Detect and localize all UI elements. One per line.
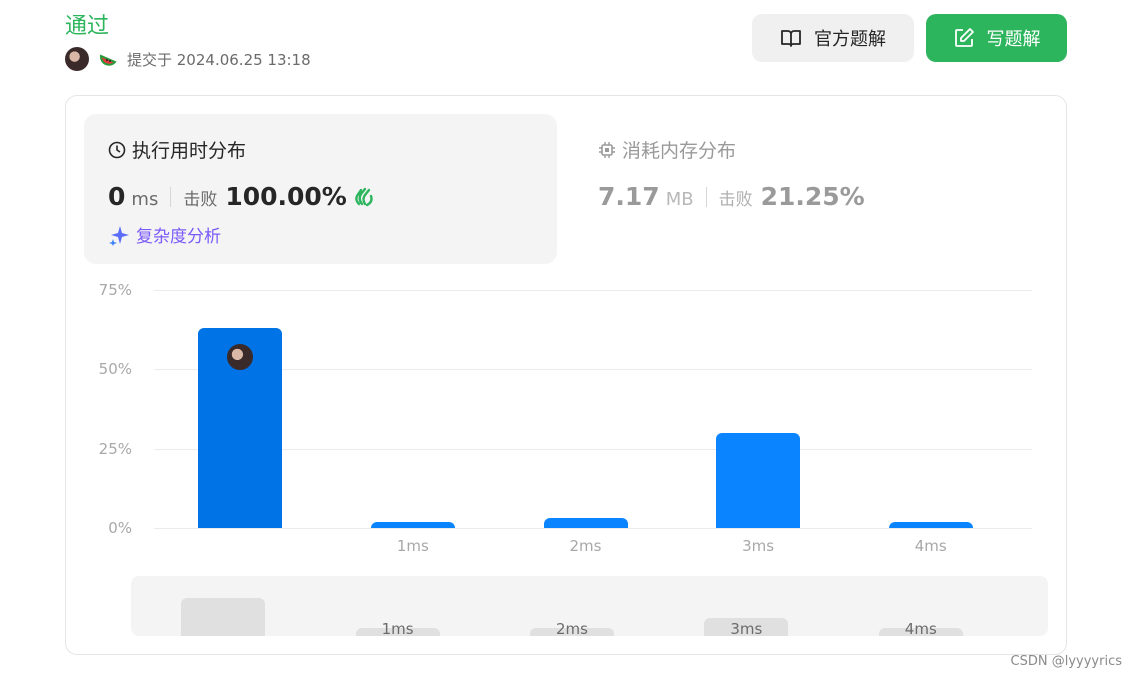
book-icon — [781, 30, 801, 47]
submission-meta: 提交于 2024.06.25 13:18 — [65, 47, 311, 71]
official-solution-label: 官方题解 — [814, 29, 886, 50]
chart-range-brush[interactable]: 1ms 2ms 3ms 4ms — [131, 576, 1048, 636]
gridline — [154, 290, 1032, 291]
brush-label: 3ms — [730, 620, 763, 636]
clock-icon — [108, 141, 126, 158]
runtime-unit: ms — [131, 189, 159, 210]
divider — [170, 186, 172, 207]
chart-bar[interactable] — [370, 521, 455, 528]
complexity-analysis-link[interactable]: 复杂度分析 — [108, 222, 221, 247]
user-avatar[interactable] — [65, 47, 89, 71]
runtime-title: 执行用时分布 — [108, 136, 246, 163]
memory-metric: 7.17 MB 击败 21.25% — [598, 182, 865, 211]
watermelon-icon — [97, 48, 119, 70]
runtime-value: 0 — [108, 182, 126, 211]
brush-label: 4ms — [904, 620, 937, 636]
memory-beats-value: 21.25% — [760, 182, 865, 211]
x-tick-label: 2ms — [569, 537, 602, 555]
complexity-label: 复杂度分析 — [136, 227, 221, 247]
y-tick-label: 75% — [98, 281, 132, 299]
chart-bar[interactable] — [716, 432, 801, 528]
chart-bar[interactable] — [543, 518, 628, 528]
write-solution-button[interactable]: 写题解 — [926, 14, 1067, 62]
brush-label: 2ms — [556, 620, 588, 636]
x-tick-label: 4ms — [914, 537, 947, 555]
gridline — [154, 448, 1032, 450]
x-tick-label: 1ms — [396, 537, 429, 555]
submission-status: 通过 — [65, 14, 110, 39]
chart-bar[interactable] — [888, 521, 973, 528]
memory-title[interactable]: 消耗内存分布 — [598, 136, 736, 163]
gridline — [154, 369, 1032, 371]
runtime-beats-label: 击败 — [183, 190, 218, 210]
y-tick-label: 25% — [98, 439, 132, 458]
runtime-metric: 0 ms 击败 100.00% — [108, 182, 377, 211]
edit-icon — [954, 28, 974, 47]
memory-unit: MB — [665, 189, 694, 210]
divider — [705, 186, 707, 207]
official-solution-button[interactable]: 官方题解 — [752, 14, 914, 62]
watermark: CSDN @lyyyyrics — [1010, 654, 1122, 669]
memory-value: 7.17 — [598, 182, 660, 211]
brush-bar — [181, 598, 266, 636]
sparkle-icon — [109, 225, 129, 246]
brush-label: 1ms — [381, 620, 414, 636]
runtime-title-text: 执行用时分布 — [132, 140, 247, 162]
y-tick-label: 0% — [108, 519, 132, 537]
y-tick-label: 50% — [98, 360, 132, 379]
memory-beats-label: 击败 — [718, 190, 753, 210]
memory-title-text: 消耗内存分布 — [622, 140, 737, 162]
clap-icon — [355, 187, 373, 206]
runtime-beats-value: 100.00% — [225, 182, 347, 211]
chip-icon — [599, 141, 615, 158]
x-tick-label: 3ms — [742, 537, 775, 555]
write-solution-label: 写题解 — [986, 29, 1041, 50]
submitted-time: 提交于 2024.06.25 13:18 — [127, 50, 311, 69]
gridline — [154, 528, 1032, 529]
